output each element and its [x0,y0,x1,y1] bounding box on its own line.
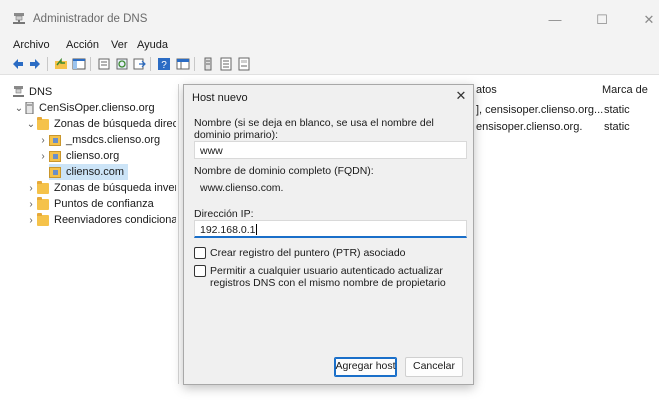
zone-icon [49,134,61,146]
new-host-dialog: Host nuevo ✕ Nombre (si se deja en blanc… [183,84,474,385]
chevron-right-icon[interactable]: › [25,215,37,226]
tree-item-reverse-zones[interactable]: › Zonas de búsqueda inver [25,180,176,196]
fqdn-field: www.clienso.com. [194,178,467,196]
ip-address-input[interactable]: 192.168.0.1 [194,220,467,238]
column-header-data[interactable]: atos [476,84,497,96]
auth-update-checkbox-row[interactable]: Permitir a cualquier usuario autenticado… [194,265,464,289]
pane-divider[interactable] [178,84,179,384]
forward-arrow-icon[interactable] [28,57,42,71]
name-label: Nombre (si se deja en blanco, se usa el … [194,117,434,141]
tree-item-forwarders[interactable]: › Reenviadores condiciona [25,212,176,228]
menu-ayuda[interactable]: Ayuda [137,39,168,51]
view-details-icon[interactable] [176,57,190,71]
zone-icon [49,166,61,178]
tree-item-clienso-org[interactable]: › clienso.org [37,148,119,164]
dialog-title: Host nuevo [192,92,248,104]
record-data-cell[interactable]: ], censisoper.clienso.org... [476,104,603,116]
menu-archivo[interactable]: Archivo [13,39,50,51]
ptr-checkbox[interactable] [194,247,206,259]
ptr-checkbox-label: Crear registro del puntero (PTR) asociad… [210,247,406,259]
help-icon[interactable]: ? [157,57,171,71]
tree-item-forward-zones[interactable]: ⌄ Zonas de búsqueda direc [25,116,176,132]
tree-item-label: clienso.com [66,166,125,178]
toolbar-separator [194,57,195,71]
close-window-button[interactable]: ✕ [639,10,659,30]
tree-item-label: Puntos de confianza [54,198,154,210]
chevron-right-icon[interactable]: › [25,199,37,210]
tree-item-label: DNS [29,86,53,98]
export-list-icon[interactable] [132,57,146,71]
name-input[interactable]: www [194,141,467,159]
dialog-close-button[interactable]: ✕ [454,88,468,104]
folder-icon [37,180,49,194]
tree-item-label: clienso.org [66,150,120,162]
title-bar: Administrador de DNS — ☐ ✕ [0,0,659,38]
ptr-checkbox-row[interactable]: Crear registro del puntero (PTR) asociad… [194,247,406,259]
folder-icon [37,196,49,210]
record-properties-icon[interactable] [237,57,251,71]
menu-ver[interactable]: Ver [111,39,128,51]
toolbar-separator [90,57,91,71]
toolbar-separator [150,57,151,71]
toolbar: ? [0,53,659,75]
auth-update-checkbox-label: Permitir a cualquier usuario autenticado… [210,265,446,289]
refresh-icon[interactable] [115,57,129,71]
record-data-cell[interactable]: ensisoper.clienso.org. [476,121,582,133]
folder-icon [37,116,49,130]
toolbar-separator [47,57,48,71]
tree-item-clienso-com[interactable]: clienso.com [49,164,129,180]
tree-item-label: CenSisOper.clienso.org [39,102,155,114]
fqdn-label: Nombre de dominio completo (FQDN): [194,165,374,177]
ip-label: Dirección IP: [194,208,254,220]
tree-item-trust-points[interactable]: › Puntos de confianza [25,196,154,212]
chevron-right-icon[interactable]: › [37,135,49,146]
tree-item-label: _msdcs.clienso.org [66,134,161,146]
add-host-button[interactable]: Agregar host [334,357,397,377]
dns-app-icon [13,13,25,24]
folder-icon [37,212,49,226]
record-timestamp-cell[interactable]: static [604,104,630,116]
window-title: Administrador de DNS [33,13,148,25]
chevron-right-icon[interactable]: › [25,183,37,194]
tree-item-label: Zonas de búsqueda inver [54,182,176,194]
tree-item-label: Zonas de búsqueda direc [54,118,176,130]
column-header-timestamp[interactable]: Marca de [602,84,648,96]
maximize-button[interactable]: ☐ [592,10,612,30]
chevron-right-icon[interactable]: › [37,151,49,162]
server-icon[interactable] [201,57,215,71]
menu-accion[interactable]: Acción [66,39,99,51]
svg-text:?: ? [161,60,167,71]
tree-item-msdcs[interactable]: › _msdcs.clienso.org [37,132,160,148]
properties-icon[interactable] [97,57,111,71]
minimize-button[interactable]: — [545,10,565,30]
tree-item-label: Reenviadores condiciona [54,214,176,226]
chevron-down-icon[interactable]: ⌄ [13,103,25,114]
server-icon [25,102,34,114]
auth-update-checkbox[interactable] [194,265,206,277]
menu-bar: Archivo Acción Ver Ayuda [0,38,659,53]
dns-icon [13,86,24,97]
up-folder-icon[interactable] [54,57,68,71]
cancel-button[interactable]: Cancelar [405,357,463,377]
zone-icon [49,150,61,162]
text-caret [256,224,258,235]
record-list-icon[interactable] [219,57,233,71]
ip-address-value: 192.168.0.1 [200,224,256,236]
chevron-down-icon[interactable]: ⌄ [25,119,37,130]
tree-item-dns[interactable]: DNS [13,84,52,100]
tree-item-server[interactable]: ⌄ CenSisOper.clienso.org [13,100,155,116]
back-arrow-icon[interactable] [11,57,25,71]
console-tree-icon[interactable] [72,57,86,71]
record-timestamp-cell[interactable]: static [604,121,630,133]
console-tree: DNS ⌄ CenSisOper.clienso.org ⌄ Zonas de … [13,84,176,384]
